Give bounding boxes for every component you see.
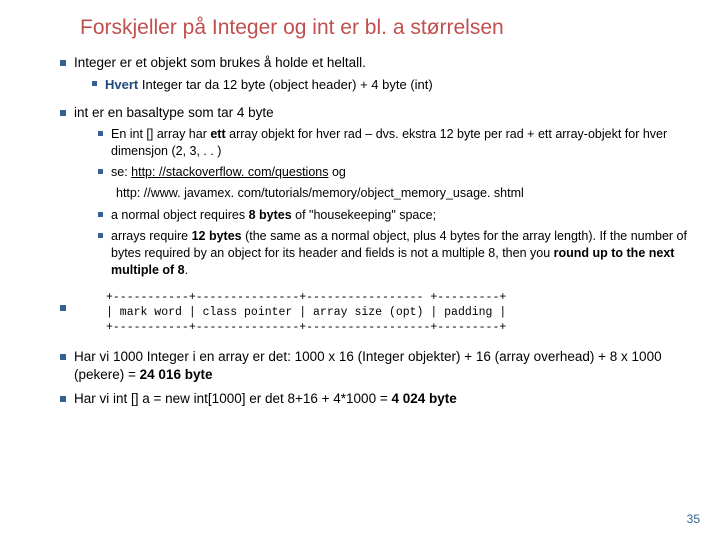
text: . <box>185 263 188 277</box>
text: of "housekeeping" space; <box>292 208 436 222</box>
page-number: 35 <box>687 512 700 526</box>
text: og <box>328 165 345 179</box>
bullet-1000-int: Har vi int [] a = new int[1000] er det 8… <box>60 390 692 408</box>
javamex-url: http: //www. javamex. com/tutorials/memo… <box>116 185 692 202</box>
text-4024: 4 024 byte <box>391 391 456 406</box>
slide-title: Forskjeller på Integer og int er bl. a s… <box>80 16 692 40</box>
text: int er en basaltype som tar 4 byte <box>74 105 274 120</box>
bullet-arrays-require: arrays require 12 bytes (the same as a n… <box>98 228 692 279</box>
text-8bytes: 8 bytes <box>249 208 292 222</box>
bullet-normal-object: a normal object requires 8 bytes of "hou… <box>98 207 692 224</box>
bullet-se-link: se: http: //stackoverflow. com/questions… <box>98 164 692 181</box>
text: se: <box>111 165 131 179</box>
text-hvert: Hvert <box>105 77 138 92</box>
text: En int [] array har <box>111 127 210 141</box>
bullet-int-basaltype: int er en basaltype som tar 4 byte En in… <box>60 104 692 283</box>
ascii-diagram: +-----------+---------------+-----------… <box>106 291 692 336</box>
text: a normal object requires <box>111 208 249 222</box>
stackoverflow-link[interactable]: http: //stackoverflow. com/questions <box>131 165 328 179</box>
bullet-ascii: +-----------+---------------+-----------… <box>60 289 692 342</box>
text: Har vi int [] a = new int[1000] er det 8… <box>74 391 391 406</box>
text-ett: ett <box>210 127 225 141</box>
text: Integer er et objekt som brukes å holde … <box>74 55 366 70</box>
bullet-int-array: En int [] array har ett array objekt for… <box>98 126 692 160</box>
bullet-integer-object: Integer er et objekt som brukes å holde … <box>60 54 692 98</box>
text: arrays require <box>111 229 192 243</box>
text-12bytes: 12 bytes <box>192 229 242 243</box>
text: Integer tar da 12 byte (object header) +… <box>138 77 432 92</box>
bullet-1000-integer: Har vi 1000 Integer i en array er det: 1… <box>60 348 692 384</box>
text-24016: 24 016 byte <box>140 367 213 382</box>
bullet-integer-size: Hvert Integer tar da 12 byte (object hea… <box>92 76 692 94</box>
